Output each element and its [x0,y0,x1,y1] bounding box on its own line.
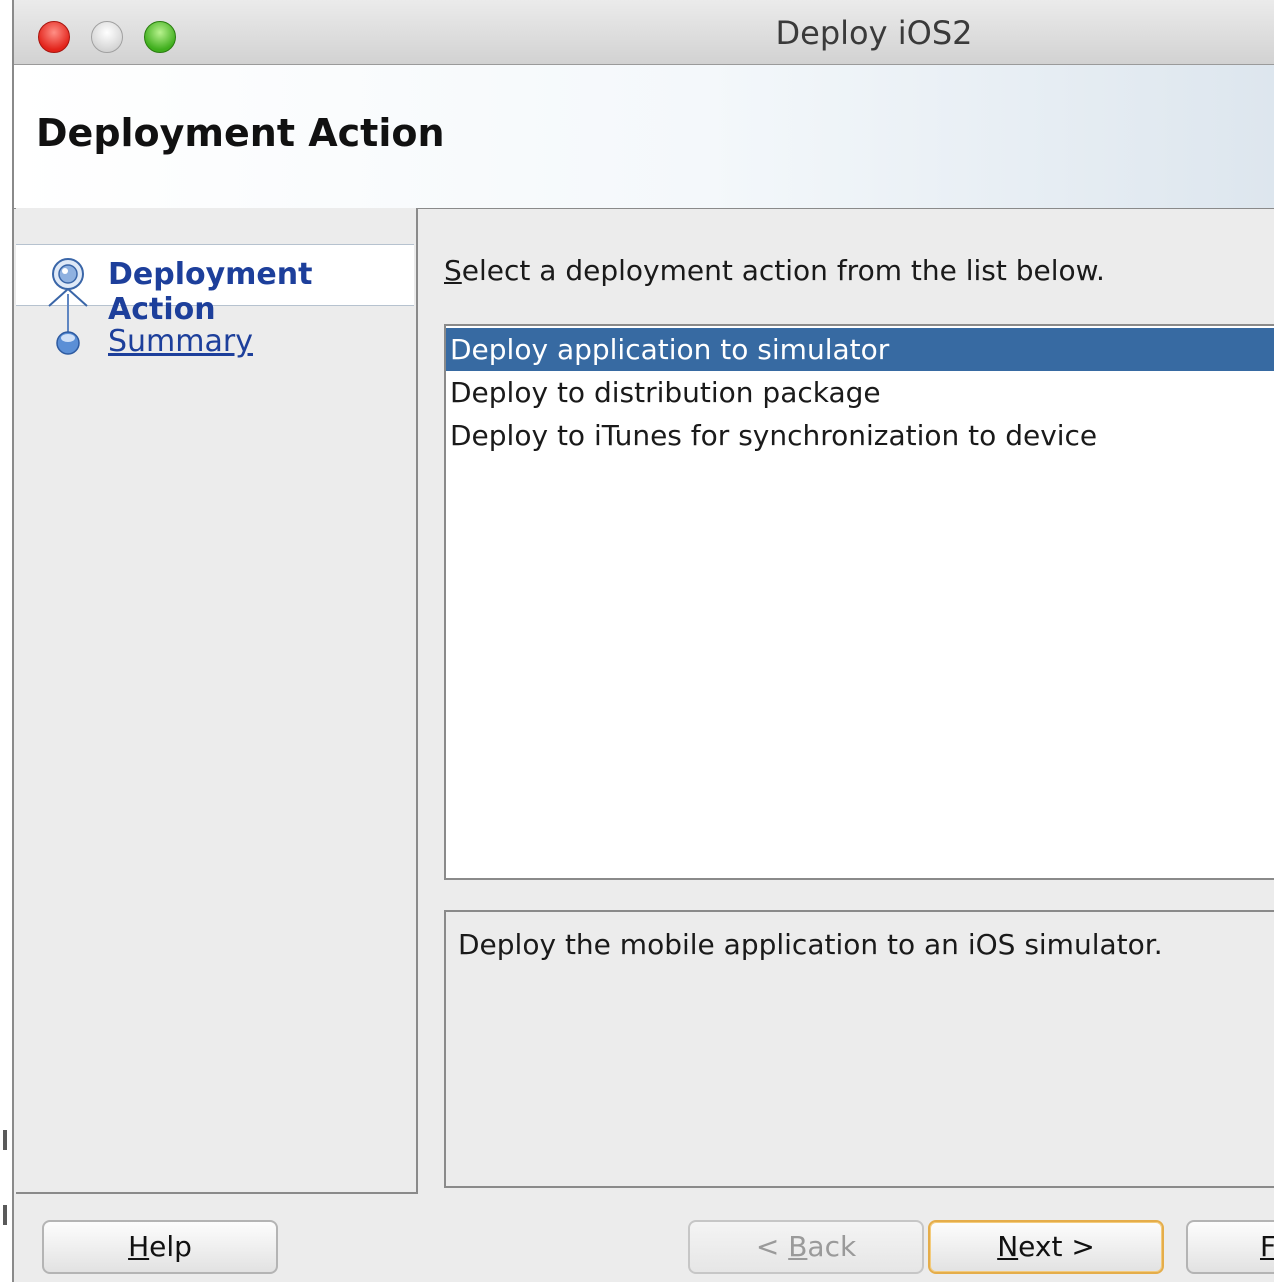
help-button[interactable]: Help [42,1220,278,1274]
mnemonic: B [788,1230,808,1263]
back-button[interactable]: < Back [688,1220,924,1274]
list-item-deploy-to-simulator[interactable]: Deploy application to simulator [446,328,1274,371]
title-bar[interactable]: Deploy iOS2 [14,0,1274,65]
mnemonic: F [1260,1230,1274,1263]
wizard-window: Deploy iOS2 Deployment Action Deployment… [12,0,1274,1282]
list-item-deploy-to-package[interactable]: Deploy to distribution package [446,371,1274,414]
step-connector [67,294,69,332]
button-label-prefix: < [755,1230,789,1263]
mnemonic: N [997,1230,1019,1263]
instruction-text: elect a deployment action from the list … [461,254,1105,287]
background-edge-mark [3,1130,7,1150]
deployment-action-list[interactable]: Deploy application to simulator Deploy t… [444,324,1274,880]
action-description-box: Deploy the mobile application to an iOS … [444,910,1274,1188]
button-label: elp [149,1230,192,1263]
instruction-label: Select a deployment action from the list… [444,254,1105,287]
button-label: ack [807,1230,857,1263]
wizard-steps-panel: Deployment Action Summary [16,208,418,1194]
wizard-header: Deployment Action [14,65,1274,209]
list-item-deploy-to-itunes[interactable]: Deploy to iTunes for synchronization to … [446,414,1274,457]
mnemonic: S [444,254,462,287]
button-label: ext > [1018,1230,1095,1263]
background-edge-mark [3,1205,7,1225]
step-label: Deployment Action [108,257,313,327]
window-title: Deploy iOS2 [775,14,973,52]
nav-step-summary-link[interactable]: Summary [108,324,253,359]
next-button[interactable]: Next > [928,1220,1164,1274]
zoom-window-button[interactable] [144,21,176,53]
page-title: Deployment Action [36,111,445,155]
minimize-window-button[interactable] [91,21,123,53]
mnemonic: H [128,1230,150,1263]
step-node-icon [56,331,80,355]
finish-button[interactable]: F [1186,1220,1274,1274]
close-window-button[interactable] [38,21,70,53]
action-description: Deploy the mobile application to an iOS … [458,928,1163,961]
